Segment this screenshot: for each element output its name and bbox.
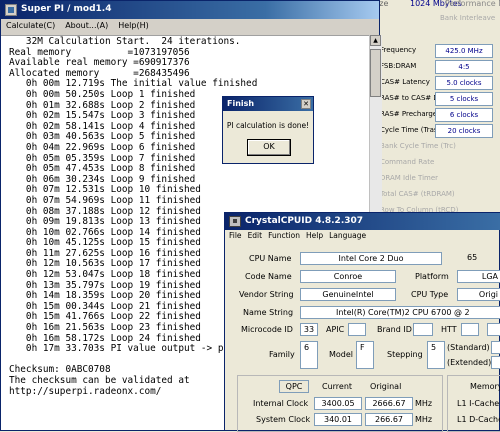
timing-label-cas-latency: CAS# Latency	[380, 78, 430, 86]
superpi-app-icon	[5, 4, 17, 16]
stepping-label: Stepping	[387, 350, 423, 359]
extended-label: (Extended)	[447, 358, 492, 367]
standard-field	[491, 341, 500, 354]
timing-value-fsb-dram: 4:5	[435, 60, 493, 74]
timing-value-ras-precharge: 6 clocks	[435, 108, 493, 122]
family-value: 6	[300, 341, 318, 369]
timing-value-cas-latency: 5.0 clocks	[435, 76, 493, 90]
finish-dialog-title: Finish	[227, 99, 255, 108]
internal-clock-current: 3400.05	[314, 397, 362, 410]
memory-header: Memory	[470, 382, 500, 391]
timing-label-idle-timer: DRAM Idle Timer	[380, 174, 439, 182]
superpi-title-text: Super PI / mod1.4	[21, 4, 112, 14]
superpi-menubar: Calculate(C) About...(A) Help(H)	[1, 19, 379, 36]
internal-clock-label: Internal Clock	[253, 399, 309, 408]
menu-file[interactable]: File	[225, 230, 245, 241]
cpu-chip-icon	[229, 216, 241, 227]
internal-clock-unit: MHz	[415, 399, 433, 408]
menu-calculate[interactable]: Calculate(C)	[1, 19, 60, 32]
log-line: 0h 07m 54.969s Loop 11 finished	[9, 194, 201, 206]
system-clock-label: System Clock	[256, 415, 311, 424]
close-icon[interactable]: ✕	[301, 99, 311, 109]
timing-label-frequency: Frequency	[380, 46, 417, 54]
model-label: Model	[329, 350, 354, 359]
cpu-name-label: CPU Name	[249, 254, 292, 263]
code-name-label: Code Name	[245, 272, 292, 281]
timing-value-frequency: 425.0 MHz	[435, 44, 493, 58]
timing-value-tras: 20 clocks	[435, 124, 493, 138]
apic-value	[348, 323, 366, 336]
platform-label: Platform	[415, 272, 449, 281]
microcode-id-label: Microcode ID	[241, 325, 293, 334]
scroll-up-arrow-icon[interactable]: ▲	[370, 35, 381, 46]
crystalcpuid-menubar: File Edit Function Help Language	[225, 230, 500, 244]
vendor-string-value: GenuineIntel	[300, 288, 396, 301]
qpc-button[interactable]: QPC	[279, 380, 309, 393]
superpi-titlebar[interactable]: Super PI / mod1.4	[1, 1, 379, 19]
system-clock-unit: MHz	[415, 415, 433, 424]
process-value: 65	[451, 252, 499, 265]
crystalcpuid-title-text: CrystalCPUID 4.8.2.307	[245, 216, 364, 226]
perf-mode-label: Performance Mode	[445, 0, 500, 8]
feature-flag-field	[487, 323, 500, 336]
stepping-value: 5	[427, 341, 445, 369]
timing-label-fsb-dram: FSB:DRAM	[380, 62, 417, 70]
crystalcpuid-titlebar[interactable]: CrystalCPUID 4.8.2.307	[225, 213, 500, 230]
internal-clock-original: 2666.67	[365, 397, 413, 410]
standard-label: (Standard)	[447, 343, 490, 352]
brand-id-value	[413, 323, 433, 336]
htt-value	[461, 323, 479, 336]
timing-label-ras-precharge: RAS# Precharge	[380, 110, 438, 118]
ok-button[interactable]: OK	[247, 139, 291, 156]
cpu-name-value: Intel Core 2 Duo	[300, 252, 442, 265]
menu-function[interactable]: Function	[265, 230, 303, 241]
htt-label: HTT	[441, 325, 457, 334]
crystalcpuid-window: CrystalCPUID 4.8.2.307 File Edit Function H…	[224, 212, 500, 432]
menu-help[interactable]: Help(H)	[113, 19, 154, 32]
log-line: 0h 04m 22.969s Loop 6 finished	[9, 141, 196, 153]
timing-label-trdram: Total CAS# (tRDRAM)	[380, 190, 455, 198]
current-header: Current	[322, 382, 353, 391]
menu-help[interactable]: Help	[303, 230, 326, 241]
log-line: 0h 00m 50.250s Loop 1 finished	[9, 88, 196, 100]
cpuz-top-strip: Size 1024 Mbytes Performance Mode	[360, 0, 500, 10]
menu-edit[interactable]: Edit	[245, 230, 266, 241]
menu-about[interactable]: About...(A)	[60, 19, 113, 32]
finish-dialog: Finish ✕ PI calculation is done! OK	[222, 96, 314, 164]
cpu-type-label: CPU Type	[411, 290, 449, 299]
menu-language[interactable]: Language	[326, 230, 369, 241]
log-line: 32M Calculation Start. 24 iterations.	[9, 36, 241, 47]
cpu-type-value: Origi	[457, 288, 500, 301]
system-clock-original: 266.67	[365, 413, 413, 426]
bank-interleave-label: Bank Interleave	[440, 14, 496, 22]
name-string-label: Name String	[243, 308, 294, 317]
model-value: F	[356, 341, 374, 369]
timing-label-tras: Cycle Time (Tras)	[380, 126, 441, 134]
l1-dcache-label: L1 D-Cache	[457, 415, 500, 424]
vendor-string-label: Vendor String	[239, 290, 294, 299]
timing-label-trc: Bank Cycle Time (Trc)	[380, 142, 456, 150]
finish-dialog-titlebar[interactable]: Finish ✕	[223, 97, 313, 111]
code-name-value: Conroe	[300, 270, 396, 283]
finish-dialog-message: PI calculation is done!	[226, 121, 310, 130]
timing-value-ras-cas-delay: 5 clocks	[435, 92, 493, 106]
original-header: Original	[370, 382, 402, 391]
brand-id-label: Brand ID	[377, 325, 412, 334]
name-string-value: Intel(R) Core(TM)2 CPU 6700 @ 2	[300, 306, 500, 319]
l1-icache-label: L1 I-Cache	[457, 399, 500, 408]
platform-value: LGA	[457, 270, 500, 283]
family-label: Family	[269, 350, 295, 359]
extended-field	[491, 356, 500, 369]
microcode-id-value: 33	[300, 323, 318, 336]
system-clock-current: 340.01	[314, 413, 362, 426]
scrollbar-thumb[interactable]	[370, 49, 381, 97]
timing-label-command-rate: Command Rate	[380, 158, 435, 166]
apic-label: APIC	[326, 325, 345, 334]
